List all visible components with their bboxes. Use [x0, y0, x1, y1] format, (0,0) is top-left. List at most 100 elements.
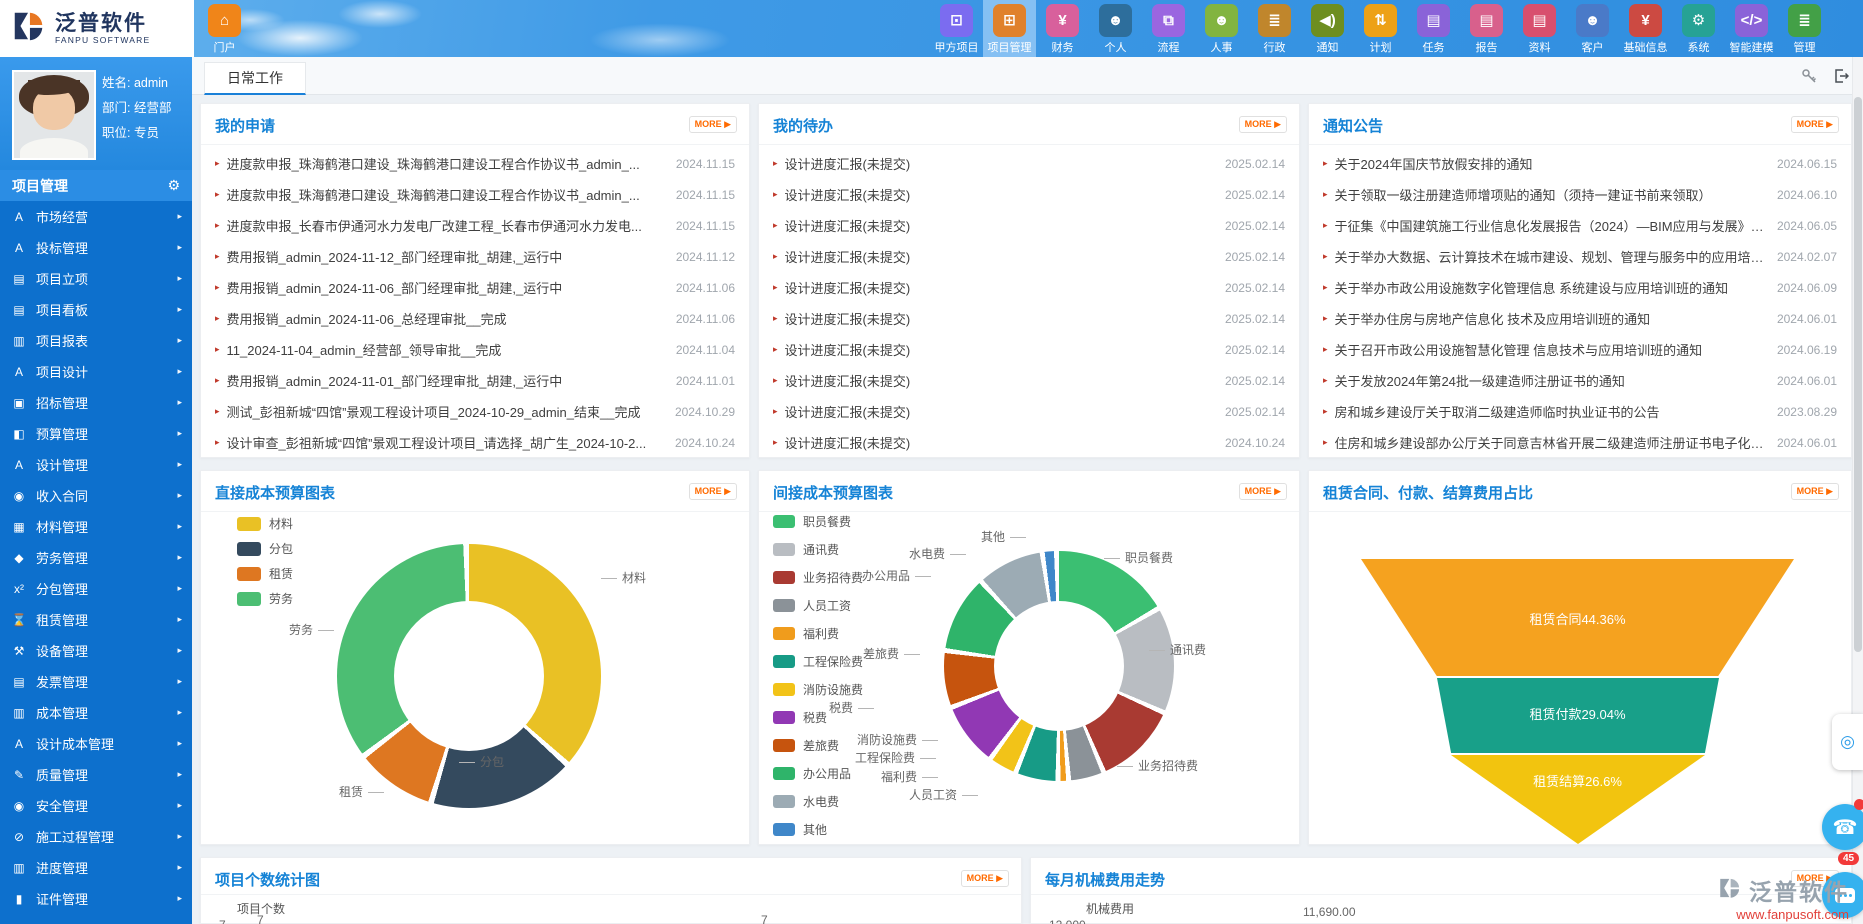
- topnav-item-7[interactable]: ◀)通知: [1301, 0, 1354, 57]
- topnav-item-12[interactable]: ☻客户: [1566, 0, 1619, 57]
- list-item[interactable]: ▸进度款申报_长春市伊通河水力发电厂改建工程_长春市伊通河水力发电...2024…: [201, 210, 749, 241]
- list-item[interactable]: ▸房和城乡建设厅关于取消二级建造师临时执业证书的公告2023.08.29: [1309, 396, 1851, 427]
- sidebar-item-13[interactable]: ⌛租赁管理▸: [0, 604, 192, 635]
- topnav-item-4[interactable]: ⧉流程: [1142, 0, 1195, 57]
- more-button[interactable]: MORE ▶: [1791, 116, 1839, 133]
- sidebar-item-19[interactable]: ◉安全管理▸: [0, 790, 192, 821]
- materials-cart-icon: ▦: [10, 520, 28, 534]
- tab-daily-work[interactable]: 日常工作: [204, 62, 306, 95]
- list-item[interactable]: ▸设计进度汇报(未提交)2025.02.14: [759, 179, 1299, 210]
- topnav-item-16[interactable]: ≣管理: [1778, 0, 1831, 57]
- list-item[interactable]: ▸设计审查_彭祖新城“四馆”景观工程设计项目_请选择_胡广生_2024-10-2…: [201, 427, 749, 458]
- password-key-icon[interactable]: [1801, 68, 1817, 84]
- list-item[interactable]: ▸设计进度汇报(未提交)2024.10.24: [759, 427, 1299, 458]
- sidebar-item-22[interactable]: ▮证件管理▸: [0, 883, 192, 914]
- legend-swatch: [773, 571, 795, 584]
- topnav-item-1[interactable]: ⊞项目管理: [983, 0, 1036, 57]
- list-item[interactable]: ▸关于2024年国庆节放假安排的通知2024.06.15: [1309, 148, 1851, 179]
- sidebar-item-7[interactable]: ◧预算管理▸: [0, 418, 192, 449]
- scrollbar-thumb[interactable]: [1854, 97, 1862, 652]
- list-item[interactable]: ▸测试_彭祖新城“四馆”景观工程设计项目_2024-10-29_admin_结束…: [201, 396, 749, 427]
- sidebar-item-16[interactable]: ▥成本管理▸: [0, 697, 192, 728]
- list-item[interactable]: ▸费用报销_admin_2024-11-06_总经理审批__完成2024.11.…: [201, 303, 749, 334]
- sidebar-item-label: 质量管理: [36, 765, 88, 784]
- sidebar-item-12[interactable]: x²分包管理▸: [0, 573, 192, 604]
- list-item[interactable]: ▸进度款申报_珠海鹤港口建设_珠海鹤港口建设工程合作协议书_admin_...2…: [201, 179, 749, 210]
- sidebar-item-6[interactable]: ▣招标管理▸: [0, 387, 192, 418]
- sidebar-item-20[interactable]: ⊘施工过程管理▸: [0, 821, 192, 852]
- panel-title: 项目个数统计图: [215, 869, 320, 890]
- sidebar-item-9[interactable]: ◉收入合同▸: [0, 480, 192, 511]
- list-item[interactable]: ▸住房和城乡建设部办公厅关于同意吉林省开展二级建造师注册证书电子化试点...20…: [1309, 427, 1851, 458]
- topnav-item-13[interactable]: ¥基础信息: [1619, 0, 1672, 57]
- sidebar-item-2[interactable]: ▤项目立项▸: [0, 263, 192, 294]
- sidebar-module-header[interactable]: 项目管理 ⚙: [0, 170, 192, 201]
- list-item[interactable]: ▸费用报销_admin_2024-11-06_部门经理审批_胡建,_运行中202…: [201, 272, 749, 303]
- list-item[interactable]: ▸关于召开市政公用设施智慧化管理 信息技术与应用培训班的通知2024.06.19: [1309, 334, 1851, 365]
- list-item-text: 费用报销_admin_2024-11-06_总经理审批__完成: [227, 309, 664, 328]
- list-item-date: 2024.11.06: [676, 281, 735, 295]
- list-item[interactable]: ▸关于举办住房与房地产信息化 技术及应用培训班的通知2024.06.01: [1309, 303, 1851, 334]
- list-item[interactable]: ▸费用报销_admin_2024-11-12_部门经理审批_胡建,_运行中202…: [201, 241, 749, 272]
- sidebar-item-5[interactable]: A项目设计▸: [0, 356, 192, 387]
- list-item[interactable]: ▸设计进度汇报(未提交)2025.02.14: [759, 303, 1299, 334]
- gear-icon[interactable]: ⚙: [167, 177, 180, 194]
- sidebar-item-15[interactable]: ▤发票管理▸: [0, 666, 192, 697]
- topnav-item-0[interactable]: ⊡甲方项目: [930, 0, 983, 57]
- list-item[interactable]: ▸设计进度汇报(未提交)2025.02.14: [759, 365, 1299, 396]
- list-item[interactable]: ▸关于举办大数据、云计算技术在城市建设、规划、管理与服务中的应用培训班...20…: [1309, 241, 1851, 272]
- topnav-item-5[interactable]: ☻人事: [1195, 0, 1248, 57]
- list-item[interactable]: ▸11_2024-11-04_admin_经营部_领导审批__完成2024.11…: [201, 334, 749, 365]
- sidebar-item-10[interactable]: ▦材料管理▸: [0, 511, 192, 542]
- more-button[interactable]: MORE ▶: [1239, 483, 1287, 500]
- more-button[interactable]: MORE ▶: [689, 116, 737, 133]
- manage-list-icon: ≣: [1788, 4, 1821, 37]
- list-item[interactable]: ▸关于举办市政公用设施数字化管理信息 系统建设与应用培训班的通知2024.06.…: [1309, 272, 1851, 303]
- list-item[interactable]: ▸设计进度汇报(未提交)2025.02.14: [759, 241, 1299, 272]
- topnav-item-6[interactable]: ≣行政: [1248, 0, 1301, 57]
- sidebar-item-label: 设备管理: [36, 641, 88, 660]
- avatar[interactable]: [12, 70, 96, 160]
- more-button[interactable]: MORE ▶: [1791, 483, 1839, 500]
- topnav-item-2[interactable]: ¥财务: [1036, 0, 1089, 57]
- sidebar-item-4[interactable]: ▥项目报表▸: [0, 325, 192, 356]
- topnav-item-8[interactable]: ⇅计划: [1354, 0, 1407, 57]
- topnav-item-10[interactable]: ▤报告: [1460, 0, 1513, 57]
- list-item[interactable]: ▸设计进度汇报(未提交)2025.02.14: [759, 148, 1299, 179]
- topnav-item-11[interactable]: ▤资料: [1513, 0, 1566, 57]
- more-button[interactable]: MORE ▶: [961, 870, 1009, 887]
- list-item[interactable]: ▸设计进度汇报(未提交)2025.02.14: [759, 272, 1299, 303]
- list-item[interactable]: ▸于征集《中国建筑施工行业信息化发展报告（2024）—BIM应用与发展》材料..…: [1309, 210, 1851, 241]
- sidebar-item-3[interactable]: ▤项目看板▸: [0, 294, 192, 325]
- logout-icon[interactable]: [1833, 68, 1849, 84]
- list-item[interactable]: ▸设计进度汇报(未提交)2025.02.14: [759, 396, 1299, 427]
- topnav-portal[interactable]: ⌂ 门户: [198, 0, 251, 57]
- topnav-item-15[interactable]: </>智能建模: [1725, 0, 1778, 57]
- more-button[interactable]: MORE ▶: [689, 483, 737, 500]
- sidebar-item-18[interactable]: ✎质量管理▸: [0, 759, 192, 790]
- customer-service-widget[interactable]: ◎: [1832, 714, 1863, 770]
- topnav-item-label: 流程: [1158, 39, 1180, 55]
- funnel-label: 租赁合同44.36%: [1361, 609, 1794, 628]
- sidebar-item-11[interactable]: ◆劳务管理▸: [0, 542, 192, 573]
- list-item[interactable]: ▸设计进度汇报(未提交)2025.02.14: [759, 334, 1299, 365]
- sidebar-item-0[interactable]: A市场经营▸: [0, 201, 192, 232]
- list-item[interactable]: ▸进度款申报_珠海鹤港口建设_珠海鹤港口建设工程合作协议书_admin_...2…: [201, 148, 749, 179]
- phone-support-button[interactable]: ☎: [1822, 804, 1863, 850]
- list-item[interactable]: ▸费用报销_admin_2024-11-01_部门经理审批_胡建,_运行中202…: [201, 365, 749, 396]
- topnav-item-9[interactable]: ▤任务: [1407, 0, 1460, 57]
- topnav-item-3[interactable]: ☻个人: [1089, 0, 1142, 57]
- list-item[interactable]: ▸设计进度汇报(未提交)2025.02.14: [759, 210, 1299, 241]
- list-item[interactable]: ▸关于发放2024年第24批一级建造师注册证书的通知2024.06.01: [1309, 365, 1851, 396]
- sidebar-item-14[interactable]: ⚒设备管理▸: [0, 635, 192, 666]
- vertical-scrollbar[interactable]: [1852, 57, 1863, 924]
- list-item[interactable]: ▸关于领取一级注册建造师增项贴的通知（须持一建证书前来领取）2024.06.10: [1309, 179, 1851, 210]
- sidebar-item-21[interactable]: ▥进度管理▸: [0, 852, 192, 883]
- list-item-text: 设计审查_彭祖新城“四馆”景观工程设计项目_请选择_胡广生_2024-10-2.…: [227, 433, 663, 452]
- funnel-label: 租赁结算26.6%: [1361, 771, 1794, 790]
- sidebar-item-17[interactable]: A设计成本管理▸: [0, 728, 192, 759]
- sidebar-item-8[interactable]: A设计管理▸: [0, 449, 192, 480]
- more-button[interactable]: MORE ▶: [1239, 116, 1287, 133]
- topnav-item-14[interactable]: ⚙系统: [1672, 0, 1725, 57]
- sidebar-item-1[interactable]: A投标管理▸: [0, 232, 192, 263]
